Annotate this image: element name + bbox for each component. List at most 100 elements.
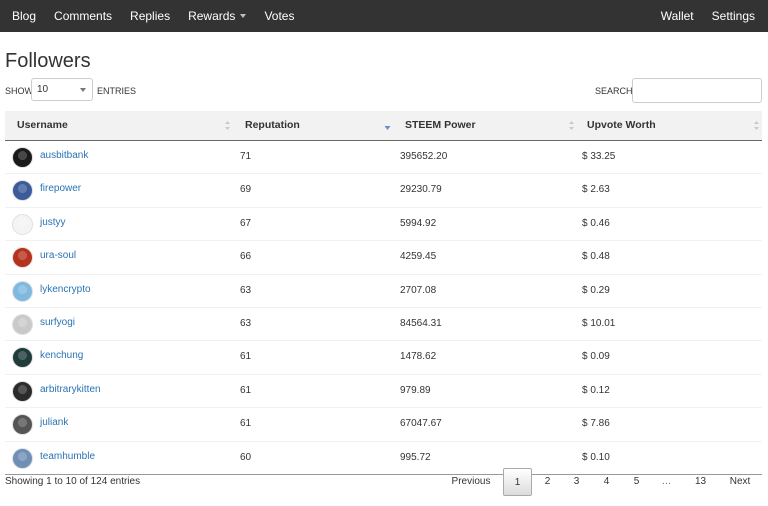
nav-replies[interactable]: Replies (121, 0, 179, 32)
column-label: STEEM Power (405, 119, 476, 131)
cell-steem-power: 67047.67 (400, 418, 442, 430)
cell-reputation: 61 (240, 351, 252, 363)
avatar[interactable] (12, 313, 33, 335)
followers-table: Username Reputation STEEM Power Upvote W… (5, 111, 762, 475)
username-link[interactable]: justyy (40, 207, 66, 239)
avatar[interactable] (12, 347, 33, 369)
nav-right-group: Wallet Settings (652, 0, 768, 32)
table-row: justyy 67 5994.92 $ 0.46 (5, 208, 762, 242)
pagination-page-3[interactable]: 3 (562, 468, 591, 496)
username-link[interactable]: lykencrypto (40, 274, 91, 306)
cell-upvote-worth: $ 0.48 (582, 251, 610, 263)
cell-reputation: 63 (240, 317, 252, 329)
pagination-page-5[interactable]: 5 (622, 468, 651, 496)
cell-username: ausbitbank (5, 141, 236, 173)
nav-wallet[interactable]: Wallet (652, 0, 703, 32)
cell-reputation: 71 (240, 151, 252, 162)
cell-upvote-worth: $ 0.12 (582, 384, 610, 396)
cell-reputation: 61 (240, 384, 252, 396)
avatar[interactable] (12, 180, 33, 202)
cell-upvote-worth: $ 0.29 (582, 284, 610, 296)
sort-both-icon (225, 121, 230, 130)
username-link[interactable]: arbitrarykitten (40, 374, 101, 406)
table-body: ausbitbank 71 395652.20 $ 33.25 firepower 69 2… (5, 141, 762, 475)
table-row: surfyogi 63 84564.31 $ 10.01 (5, 308, 762, 342)
cell-steem-power: 29230.79 (400, 184, 442, 196)
nav-settings[interactable]: Settings (703, 0, 768, 32)
pagination-next[interactable]: Next (722, 468, 758, 496)
column-header-reputation[interactable]: Reputation (236, 111, 396, 140)
cell-reputation: 69 (240, 184, 252, 196)
column-label: Username (17, 119, 68, 131)
avatar[interactable] (12, 380, 33, 402)
top-navigation: Blog Comments Replies Rewards Votes Wall… (0, 0, 768, 32)
column-header-username[interactable]: Username (5, 111, 236, 140)
table-row: firepower 69 29230.79 $ 2.63 (5, 174, 762, 208)
cell-username: juliank (5, 408, 236, 440)
sort-both-icon (569, 121, 574, 130)
nav-votes[interactable]: Votes (255, 0, 303, 32)
cell-upvote-worth: $ 10.01 (582, 317, 616, 329)
cell-upvote-worth: $ 0.46 (582, 217, 610, 229)
column-label: Reputation (245, 119, 300, 131)
entries-per-page-select[interactable]: 10 (31, 78, 93, 101)
cell-upvote-worth: $ 33.25 (582, 151, 616, 162)
column-header-steem-power[interactable]: STEEM Power (396, 111, 579, 140)
table-row: arbitrarykitten 61 979.89 $ 0.12 (5, 375, 762, 409)
username-link[interactable]: surfyogi (40, 307, 75, 339)
show-label: Show (5, 86, 33, 96)
sort-both-icon (754, 121, 759, 130)
nav-rewards-dropdown[interactable]: Rewards (179, 0, 255, 32)
username-link[interactable]: firepower (40, 173, 81, 205)
avatar[interactable] (12, 147, 33, 168)
table-row: lykencrypto 63 2707.08 $ 0.29 (5, 275, 762, 308)
pagination-page-2[interactable]: 2 (533, 468, 562, 496)
cell-upvote-worth: $ 2.63 (582, 184, 610, 196)
entries-label: entries (97, 86, 137, 96)
cell-username: surfyogi (5, 308, 236, 340)
search-label: Search: (595, 86, 636, 96)
column-header-upvote-worth[interactable]: Upvote Worth (579, 111, 762, 140)
username-link[interactable]: ausbitbank (40, 140, 88, 172)
cell-reputation: 66 (240, 251, 252, 263)
pagination: Previous 1 2 3 4 5 … 13 Next (0, 468, 768, 496)
avatar[interactable] (12, 414, 33, 436)
avatar[interactable] (12, 447, 33, 469)
cell-steem-power: 395652.20 (400, 151, 448, 162)
cell-username: ura-soul (5, 241, 236, 273)
cell-username: justyy (5, 208, 236, 240)
avatar[interactable] (12, 247, 33, 269)
table-row: kenchung 61 1478.62 $ 0.09 (5, 340, 762, 375)
chevron-down-icon (240, 13, 247, 18)
entries-select-value: 10 (37, 84, 49, 95)
username-link[interactable]: ura-soul (40, 240, 76, 272)
cell-steem-power: 5994.92 (400, 217, 437, 229)
cell-steem-power: 1478.62 (400, 351, 437, 363)
username-link[interactable]: juliank (40, 407, 68, 439)
cell-steem-power: 84564.31 (400, 317, 442, 329)
pagination-page-1[interactable]: 1 (503, 468, 532, 496)
cell-reputation: 63 (240, 284, 252, 296)
cell-username: firepower (5, 174, 236, 206)
nav-rewards-label: Rewards (188, 9, 236, 23)
pagination-page-4[interactable]: 4 (592, 468, 621, 496)
nav-comments[interactable]: Comments (45, 0, 121, 32)
pagination-previous[interactable]: Previous (444, 468, 498, 496)
avatar[interactable] (12, 280, 33, 302)
chevron-down-icon (80, 88, 86, 92)
page-title: Followers (5, 50, 91, 72)
table-row: ura-soul 66 4259.45 $ 0.48 (5, 241, 762, 275)
nav-left-group: Blog Comments Replies Rewards Votes (0, 0, 303, 32)
cell-upvote-worth: $ 0.09 (582, 351, 610, 363)
column-label: Upvote Worth (587, 119, 656, 131)
cell-steem-power: 979.89 (400, 384, 431, 396)
table-row: juliank 61 67047.67 $ 7.86 (5, 408, 762, 442)
avatar[interactable] (12, 213, 33, 235)
pagination-page-13[interactable]: 13 (686, 468, 715, 496)
username-link[interactable]: kenchung (40, 340, 83, 372)
nav-blog[interactable]: Blog (0, 0, 45, 32)
cell-username: arbitrarykitten (5, 375, 236, 407)
search-input[interactable] (632, 78, 762, 103)
pagination-ellipsis: … (661, 476, 672, 487)
cell-username: lykencrypto (5, 275, 236, 307)
